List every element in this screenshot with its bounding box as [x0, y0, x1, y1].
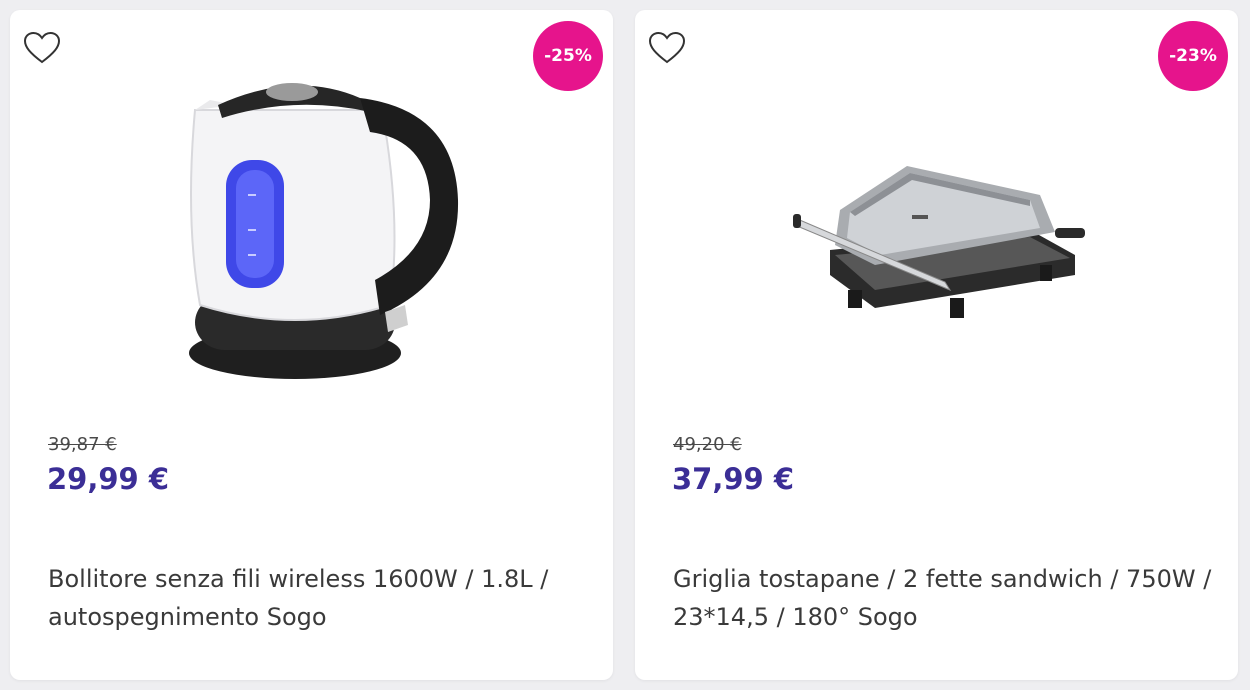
- electric-kettle-icon: [189, 83, 459, 379]
- product-grid: -25% 39,87 € 29,99 € Bollitore senza fil…: [0, 0, 1250, 690]
- product-card[interactable]: -23% 49,20 € 37,99 € Griglia tostapane /…: [635, 10, 1238, 680]
- original-price: 39,87 €: [48, 434, 117, 455]
- product-image[interactable]: [10, 50, 613, 410]
- sale-price: 37,99 €: [672, 462, 795, 496]
- product-title[interactable]: Bollitore senza fili wireless 1600W / 1.…: [48, 560, 588, 636]
- sale-price: 29,99 €: [47, 462, 170, 496]
- product-title[interactable]: Griglia tostapane / 2 fette sandwich / 7…: [673, 560, 1213, 636]
- original-price: 49,20 €: [673, 434, 742, 455]
- sandwich-grill-icon: [793, 166, 1085, 318]
- product-image[interactable]: [635, 50, 1238, 410]
- product-card[interactable]: -25% 39,87 € 29,99 € Bollitore senza fil…: [10, 10, 613, 680]
